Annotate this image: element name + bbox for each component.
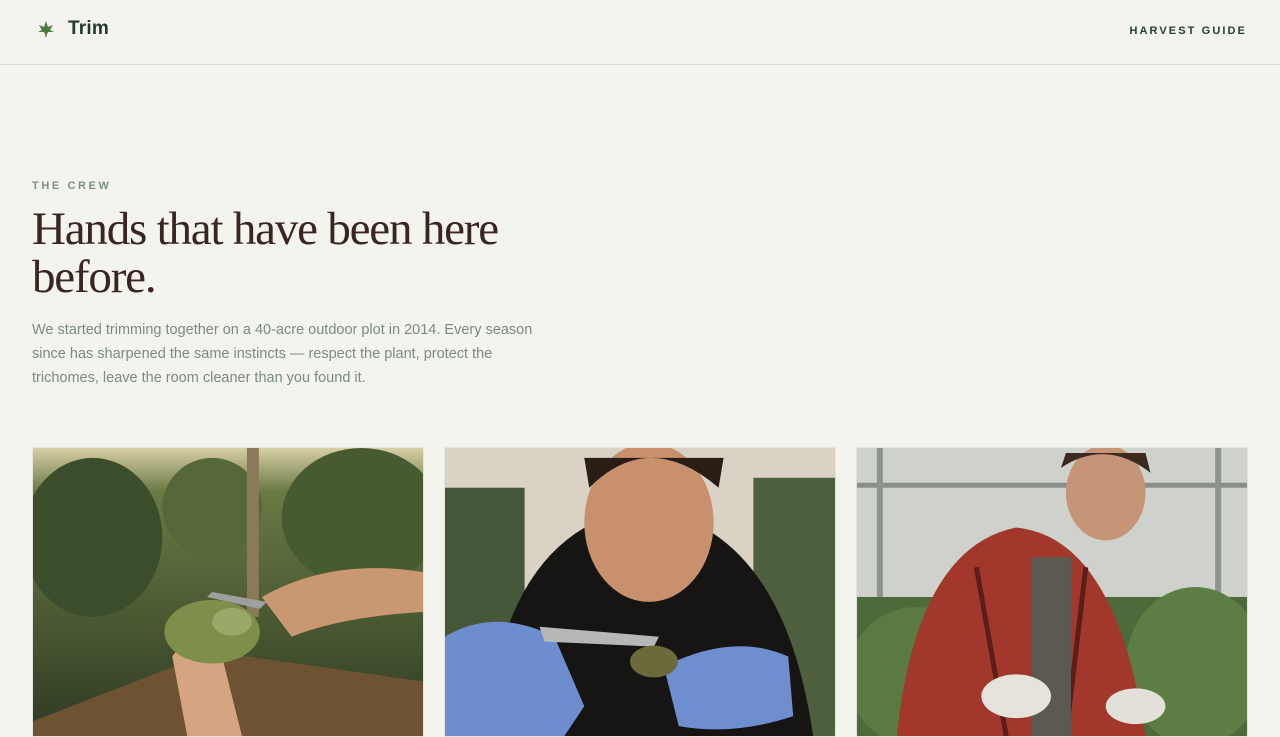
crew-photo-gloved-trimmer [445, 448, 835, 736]
crew-photo-card[interactable] [32, 447, 424, 737]
leaf-icon [38, 21, 54, 37]
brand-logo[interactable]: Trim [36, 18, 109, 40]
section-eyebrow: THE CREW [32, 180, 112, 192]
nav-harvest-guide[interactable]: HARVEST GUIDE [1129, 25, 1247, 37]
crew-photo-card[interactable] [444, 447, 836, 737]
intro-paragraph: We started trimming together on a 40-acr… [32, 322, 533, 386]
brand-name: Trim [68, 18, 109, 39]
crew-photo-card[interactable] [856, 447, 1248, 737]
top-bar: Trim HARVEST GUIDE [0, 0, 1280, 65]
crew-photo-hands-garden [33, 448, 423, 736]
crew-photo-greenhouse-worker [857, 448, 1247, 736]
page-title: Hands that have been here before. [32, 203, 499, 303]
